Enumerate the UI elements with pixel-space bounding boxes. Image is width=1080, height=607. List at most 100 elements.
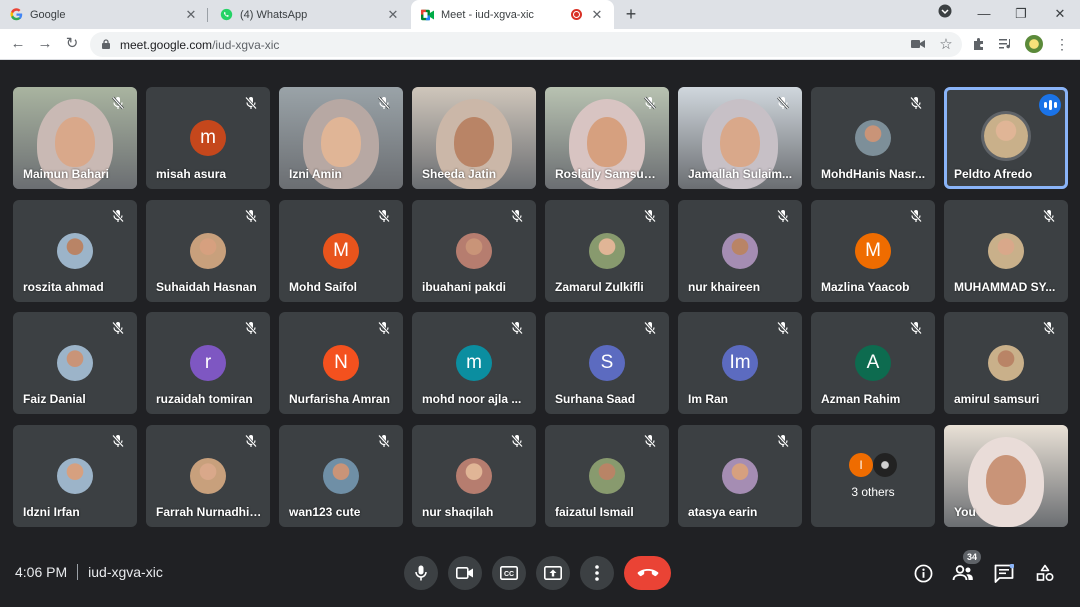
participant-tile[interactable]: nur khaireen: [678, 200, 802, 302]
people-button[interactable]: [952, 562, 974, 584]
new-tab-button[interactable]: +: [621, 4, 641, 24]
mic-off-icon: [910, 209, 922, 223]
mic-off-icon: [378, 434, 390, 448]
participant-tile[interactable]: N Nurfarisha Amran: [279, 312, 403, 414]
chat-button[interactable]: [993, 562, 1015, 584]
camera-in-use-icon[interactable]: [910, 36, 926, 52]
mic-off-icon: [777, 321, 789, 335]
participant-tile[interactable]: faizatul Ismail: [545, 425, 669, 527]
mic-off-icon: [511, 434, 523, 448]
tab-google[interactable]: Google ✕: [0, 0, 208, 29]
others-avatar: [873, 453, 897, 477]
leave-call-button[interactable]: [624, 556, 671, 590]
back-button[interactable]: ←: [9, 35, 27, 53]
participant-tile[interactable]: wan123 cute: [279, 425, 403, 527]
participant-name: nur khaireen: [688, 280, 761, 294]
participant-tile[interactable]: ibuahani pakdi: [412, 200, 536, 302]
participant-tile[interactable]: Farrah Nurnadhir...: [146, 425, 270, 527]
participant-tile[interactable]: Sheeda Jatin: [412, 87, 536, 189]
activities-icon: [1036, 564, 1054, 582]
info-icon: [914, 564, 932, 582]
mic-off-icon: [777, 209, 789, 223]
participant-tile[interactable]: Im Im Ran: [678, 312, 802, 414]
mic-off-icon: [511, 321, 523, 335]
microphone-button[interactable]: [404, 556, 438, 590]
participant-tile[interactable]: Suhaidah Hasnan: [146, 200, 270, 302]
participant-tile[interactable]: amirul samsuri: [944, 312, 1068, 414]
participant-name: Suhaidah Hasnan: [156, 280, 257, 294]
mic-off-icon: [910, 96, 922, 110]
bookmark-star-icon[interactable]: ☆: [938, 36, 954, 53]
participant-tile[interactable]: Jamallah Sulaim...: [678, 87, 802, 189]
participant-tile[interactable]: MUHAMMAD SY...: [944, 200, 1068, 302]
media-control-icon[interactable]: [998, 36, 1014, 52]
tab-whatsapp[interactable]: (4) WhatsApp ✕: [210, 0, 410, 29]
participant-tile[interactable]: r ruzaidah tomiran: [146, 312, 270, 414]
close-tab-icon[interactable]: ✕: [590, 7, 604, 22]
participant-tile[interactable]: Zamarul Zulkifli: [545, 200, 669, 302]
camera-icon: [456, 567, 473, 579]
close-window-button[interactable]: ✕: [1049, 4, 1071, 24]
activities-button[interactable]: [1034, 562, 1056, 584]
svg-text:CC: CC: [504, 571, 514, 578]
mic-off-icon: [644, 321, 656, 335]
reload-button[interactable]: ↻: [63, 35, 81, 53]
mic-off-icon: [112, 209, 124, 223]
participant-tile[interactable]: M Mohd Saifol: [279, 200, 403, 302]
participant-tile[interactable]: m misah asura: [146, 87, 270, 189]
close-tab-icon[interactable]: ✕: [184, 7, 198, 22]
participant-name: atasya earin: [688, 505, 758, 519]
participant-tile[interactable]: Roslaily Samsudin: [545, 87, 669, 189]
maximize-button[interactable]: ❐: [1010, 4, 1032, 24]
present-screen-button[interactable]: [536, 556, 570, 590]
tab-title: Meet - iud-xgva-xic: [441, 8, 534, 21]
participant-tile[interactable]: atasya earin: [678, 425, 802, 527]
forward-button[interactable]: →: [36, 35, 54, 53]
participant-tile[interactable]: Maimun Bahari: [13, 87, 137, 189]
participant-tile[interactable]: Peldto Afredo: [944, 87, 1068, 189]
more-options-button[interactable]: [580, 556, 614, 590]
participant-tile[interactable]: S Surhana Saad: [545, 312, 669, 414]
participant-avatar: [855, 120, 891, 156]
close-tab-icon[interactable]: ✕: [386, 7, 400, 22]
participant-tile[interactable]: nur shaqilah: [412, 425, 536, 527]
mic-off-icon: [245, 209, 257, 223]
participant-avatar: S: [589, 345, 625, 381]
tab-search-icon[interactable]: [934, 4, 956, 24]
meeting-controls-bar: 4:06 PM iud-xgva-xic CC: [0, 540, 1080, 607]
participant-tile[interactable]: Izni Amin: [279, 87, 403, 189]
participant-tile[interactable]: M Mazlina Yaacob: [811, 200, 935, 302]
participant-name: Im Ran: [688, 392, 729, 406]
participant-avatar: [722, 233, 758, 269]
mic-off-icon: [777, 96, 789, 110]
participant-avatar: [456, 233, 492, 269]
participant-avatar: [589, 233, 625, 269]
microphone-icon: [415, 565, 427, 581]
recording-indicator-icon: [571, 9, 582, 20]
minimize-button[interactable]: —: [973, 4, 995, 24]
participant-name: Jamallah Sulaim...: [688, 167, 793, 181]
participant-name: Mohd Saifol: [289, 280, 357, 294]
captions-button[interactable]: CC: [492, 556, 526, 590]
profile-avatar[interactable]: [1025, 35, 1043, 53]
participant-tile[interactable]: I 3 others: [811, 425, 935, 527]
participant-avatar: r: [190, 345, 226, 381]
camera-button[interactable]: [448, 556, 482, 590]
whatsapp-icon: [220, 8, 233, 21]
participant-tile[interactable]: Idzni Irfan: [13, 425, 137, 527]
extensions-icon[interactable]: [971, 36, 987, 52]
url-bar[interactable]: meet.google.com/iud-xgva-xic ☆: [90, 32, 962, 57]
meeting-info: 4:06 PM iud-xgva-xic: [15, 564, 163, 580]
participant-tile[interactable]: Faiz Danial: [13, 312, 137, 414]
participant-avatar: Im: [722, 345, 758, 381]
mic-off-icon: [378, 321, 390, 335]
participant-tile[interactable]: roszita ahmad: [13, 200, 137, 302]
tab-meet[interactable]: Meet - iud-xgva-xic ✕: [411, 0, 614, 29]
participant-tile[interactable]: m mohd noor ajla ...: [412, 312, 536, 414]
participant-name: Farrah Nurnadhir...: [156, 505, 262, 519]
meeting-details-button[interactable]: [912, 562, 934, 584]
participant-tile[interactable]: MohdHanis Nasr...: [811, 87, 935, 189]
participant-tile[interactable]: You: [944, 425, 1068, 527]
chrome-menu-icon[interactable]: ⋮: [1054, 36, 1070, 52]
participant-tile[interactable]: A Azman Rahim: [811, 312, 935, 414]
